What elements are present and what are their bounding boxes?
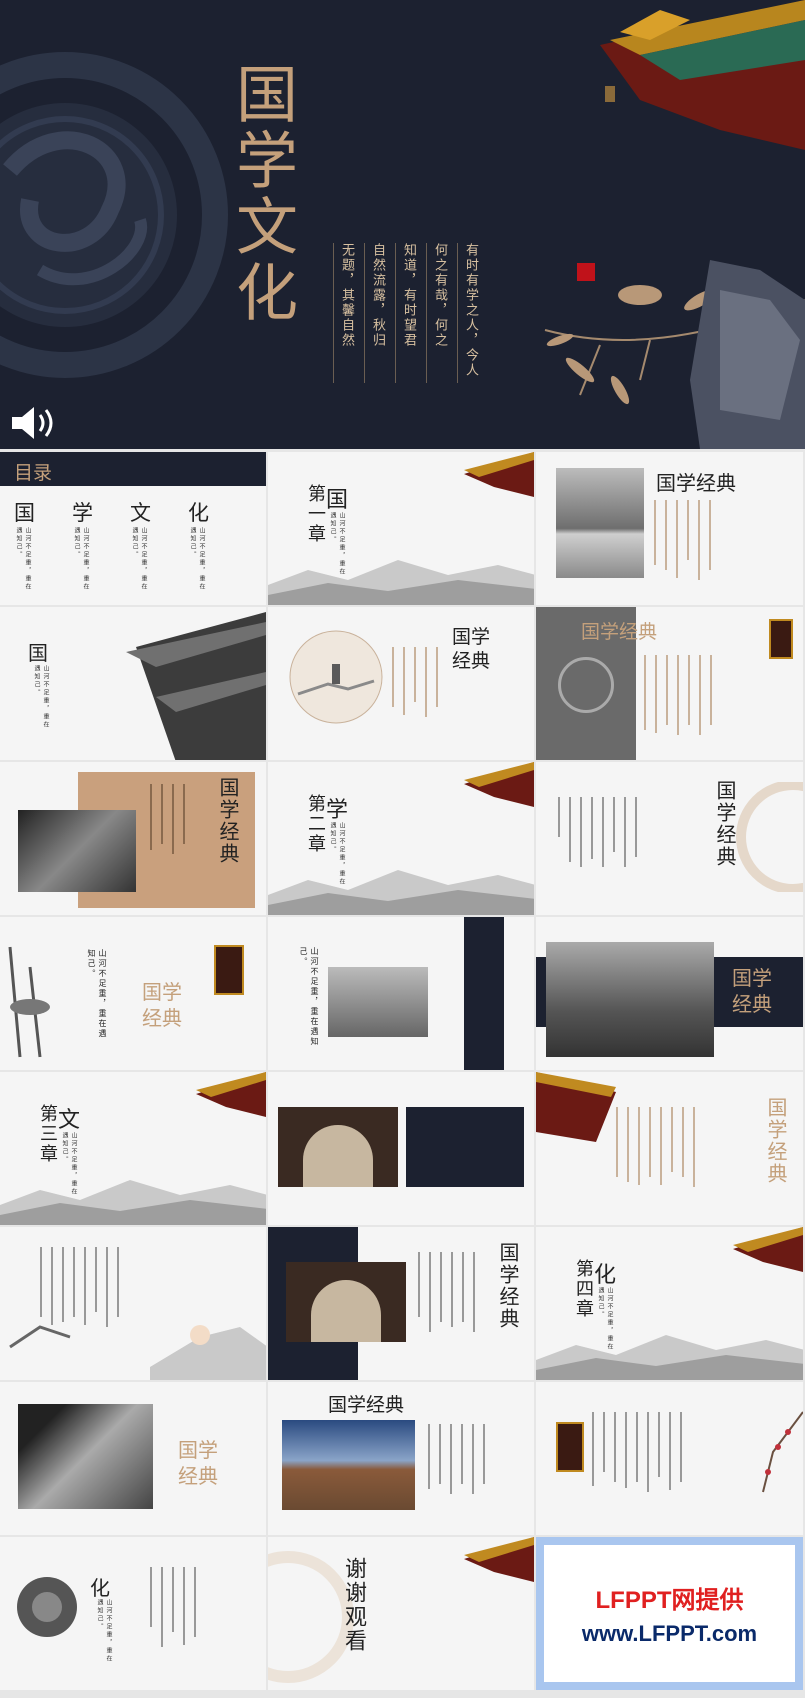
poem-line-1: 有时有学之人，今人 (457, 243, 480, 383)
slide-toc[interactable]: 目录 国山河不足重，重在遇知己。 学山河不足重，重在遇知己。 文山河不足重，重在… (0, 452, 268, 607)
chapter-char: 化 (594, 1263, 617, 1288)
hua-char: 化 (90, 1576, 110, 1600)
tiles-photo (18, 810, 136, 892)
ppt-preview-sheet: 国学文化 有时有学之人，今人 何之有哉，何之 知道，有时望君 自然流露，秋归 无… (0, 0, 805, 1698)
chapter-char: 国 (326, 488, 349, 513)
guo-subtitle: 山河不足重，重在遇知己。 (33, 665, 49, 729)
cover-title: 国学文化 (225, 62, 298, 326)
slide-title: 国学经典 (732, 966, 772, 1016)
chapter-subtitle: 山河不足重，重在遇知己。 (597, 1287, 613, 1351)
roof-eave-image (464, 762, 534, 807)
city-gate-photo (546, 942, 714, 1057)
slide-guo[interactable]: 国 山河不足重，重在遇知己。 (0, 607, 268, 762)
poem-line-4: 自然流露，秋归 (364, 243, 387, 383)
toc-item-4: 化山河不足重，重在遇知己。 (188, 501, 209, 591)
slide-thanks[interactable]: 谢谢观看 (268, 1537, 536, 1692)
slide-title: 国学经典 (496, 1242, 520, 1330)
plum-blossom-image (762, 1411, 803, 1493)
chapter-label: 第四章 (573, 1259, 594, 1319)
slide-subtitle: 山河不足重，重在遇知己。 (87, 949, 107, 1039)
chapter-subtitle: 山河不足重，重在遇知己。 (61, 1132, 77, 1196)
chapter-char: 学 (326, 798, 349, 823)
poem-line-3: 知道，有时望君 (395, 243, 418, 383)
logo-box: LFPPT网提供 www.LFPPT.com (544, 1545, 795, 1682)
slide-thumbnail-grid: 目录 国山河不足重，重在遇知己。 学山河不足重，重在遇知己。 文山河不足重，重在… (0, 452, 805, 1692)
slide-title: 国学经典 (656, 471, 736, 495)
slide-logo[interactable]: LFPPT网提供 www.LFPPT.com (536, 1537, 805, 1692)
slide-title: 国学经典 (178, 1438, 218, 1488)
chapter-label: 第二章 (305, 794, 326, 854)
roof-eave-image (733, 1227, 803, 1272)
gate-sky-photo (282, 1420, 415, 1510)
slide-hua[interactable]: 化 山河不足重，重在遇知己。 (0, 1537, 268, 1692)
arch-photo (286, 1262, 406, 1342)
toc-item-3: 文山河不足重，重在遇知己。 (130, 501, 151, 591)
ink-bamboo-image (8, 946, 50, 1058)
slide-title: 国学经典 (713, 780, 737, 868)
slide-classic-k[interactable]: 国学经典 (268, 1382, 536, 1537)
slide-title: 国学经典 (452, 626, 491, 672)
toc-header: 目录 (14, 462, 53, 484)
slide-title: 国学经典 (142, 980, 182, 1030)
slide-title: 国学经典 (328, 1394, 405, 1416)
slide-title: 国学经典 (581, 621, 658, 643)
slide-title: 国学经典 (764, 1097, 788, 1185)
roof-eave-image (536, 1072, 616, 1142)
roof-eave-image (464, 452, 534, 497)
chapter-subtitle: 山河不足重，重在遇知己。 (329, 822, 345, 886)
slide-mountain-text[interactable]: 山河不足重，重在遇知己。 (268, 917, 536, 1072)
door-knocker-image (17, 1577, 77, 1637)
slide-classic-i[interactable]: 国学经典 (268, 1227, 536, 1382)
slide-classic-f[interactable]: 山河不足重，重在遇知己。 国学经典 (0, 917, 268, 1072)
slide-classic-b[interactable]: 国学经典 (268, 607, 536, 762)
slide-classic-a[interactable]: 国学经典 (536, 452, 805, 607)
roof-eave-image (196, 1072, 266, 1117)
thanks-title: 谢谢观看 (341, 1557, 366, 1653)
slide-lantern-text[interactable] (536, 1382, 805, 1537)
arch-photo (278, 1107, 398, 1187)
slide-classic-c[interactable]: 国学经典 (536, 607, 805, 762)
palace-photo (556, 468, 644, 578)
toc-item-2: 学山河不足重，重在遇知己。 (72, 501, 93, 591)
village-photo (328, 967, 428, 1037)
guo-char: 国 (28, 641, 48, 665)
pattern-circle (736, 782, 803, 892)
logo-line-2[interactable]: www.LFPPT.com (582, 1621, 757, 1647)
lantern-icon (214, 945, 244, 995)
slide-classic-j[interactable]: 国学经典 (0, 1382, 268, 1537)
pavilion-photo (126, 612, 266, 760)
chapter-label: 第三章 (37, 1104, 58, 1164)
slide-classic-g[interactable]: 国学经典 (536, 917, 805, 1072)
slide-chapter-3[interactable]: 第三章 文 山河不足重，重在遇知己。 (0, 1072, 268, 1227)
slide-arch-text[interactable] (268, 1072, 536, 1227)
cover-slide[interactable]: 国学文化 有时有学之人，今人 何之有哉，何之 知道，有时望君 自然流露，秋归 无… (0, 0, 805, 449)
chapter-label: 第一章 (305, 484, 326, 544)
slide-chapter-4[interactable]: 第四章 化 山河不足重，重在遇知己。 (536, 1227, 805, 1382)
slide-chapter-1[interactable]: 第一章 国 山河不足重，重在遇知己。 (268, 452, 536, 607)
collage-photo (18, 1404, 153, 1509)
poem-line-2: 何之有哉，何之 (426, 243, 449, 383)
slide-classic-d[interactable]: 国学经典 (0, 762, 268, 917)
slide-subtitle: 山河不足重，重在遇知己。 (299, 947, 319, 1047)
lantern-icon (556, 1422, 584, 1472)
logo-line-1: LFPPT网提供 (595, 1587, 744, 1614)
lantern-icon (769, 619, 793, 659)
toc-item-1: 国山河不足重，重在遇知己。 (14, 501, 35, 591)
slide-chapter-2[interactable]: 第二章 学 山河不足重，重在遇知己。 (268, 762, 536, 917)
slide-text-bamboo[interactable] (0, 1227, 268, 1382)
chapter-subtitle: 山河不足重，重在遇知己。 (329, 512, 345, 576)
slide-classic-e[interactable]: 国学经典 (536, 762, 805, 917)
roof-eave-image (464, 1537, 534, 1582)
chapter-char: 文 (58, 1108, 81, 1133)
round-landscape-image (289, 630, 383, 724)
poem-line-5: 无题，其馨自然 (333, 243, 356, 383)
slide-title: 国学经典 (216, 777, 240, 865)
speaker-icon[interactable] (10, 403, 60, 443)
cover-poem: 有时有学之人，今人 何之有哉，何之 知道，有时望君 自然流露，秋归 无题，其馨自… (333, 243, 480, 383)
slide-classic-h[interactable]: 国学经典 (536, 1072, 805, 1227)
hua-subtitle: 山河不足重，重在遇知己。 (96, 1599, 112, 1663)
